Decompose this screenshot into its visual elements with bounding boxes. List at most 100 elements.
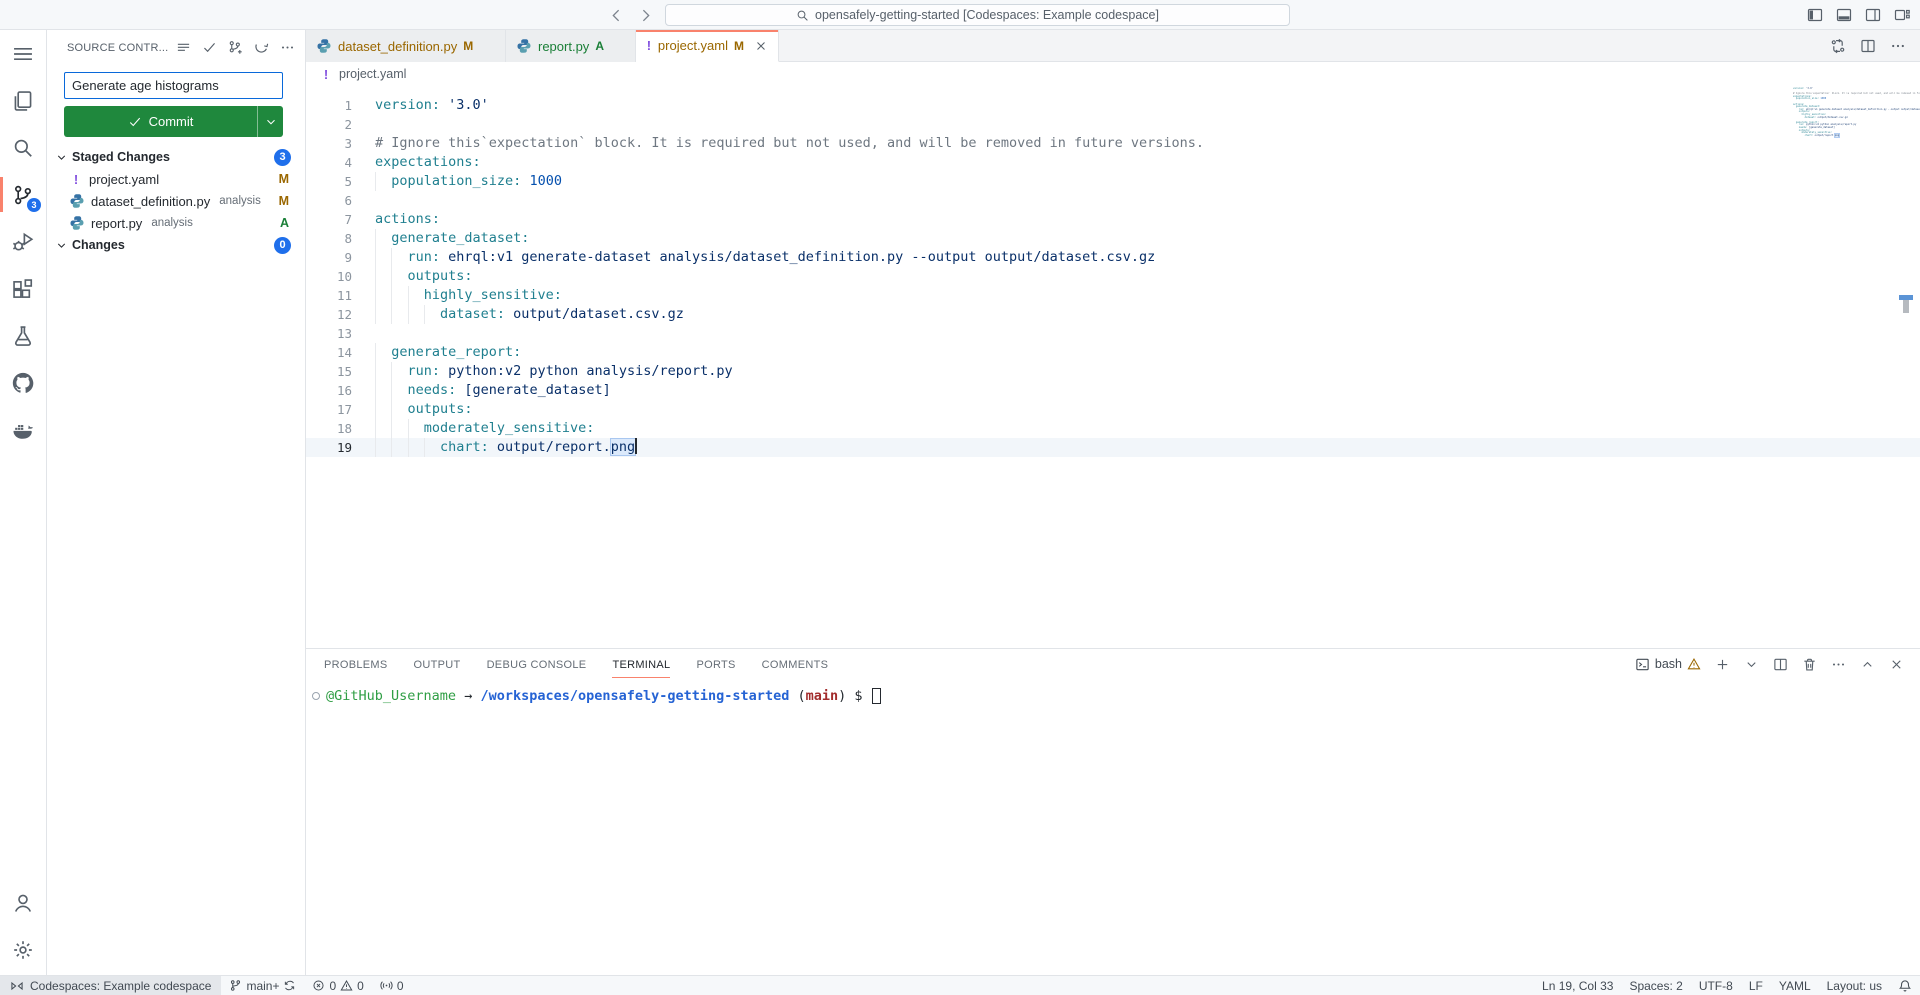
panel-more-icon[interactable]: [1831, 657, 1846, 672]
code-line-17[interactable]: 17 outputs:: [306, 400, 1920, 419]
layout-sidebar-left-icon[interactable]: [1807, 7, 1823, 23]
python-file-icon: [316, 38, 332, 54]
activity-item-testing[interactable]: [0, 312, 46, 359]
split-editor-icon[interactable]: [1860, 38, 1876, 54]
layout-panel-icon[interactable]: [1836, 7, 1852, 23]
code-line-9[interactable]: 9 run: ehrql:v1 generate-dataset analysi…: [306, 248, 1920, 267]
code-line-10[interactable]: 10 outputs:: [306, 267, 1920, 286]
code-line-19[interactable]: 19 chart: output/report.png: [306, 438, 1920, 457]
status-language-mode[interactable]: YAML: [1771, 976, 1819, 995]
editor-tab-dataset_definition.py[interactable]: dataset_definition.pyM: [306, 30, 506, 62]
forward-arrow-icon[interactable]: [637, 7, 654, 24]
line-number: 12: [306, 305, 352, 324]
code-line-7[interactable]: 7actions:: [306, 210, 1920, 229]
line-number: 7: [306, 210, 352, 229]
activity-item-extensions[interactable]: [0, 265, 46, 312]
activity-item-docker[interactable]: [0, 406, 46, 453]
activity-item-settings[interactable]: [0, 926, 46, 973]
remote-indicator[interactable]: Codespaces: Example codespace: [0, 976, 221, 995]
status-branch[interactable]: main+: [221, 976, 304, 995]
panel-tab-problems[interactable]: PROBLEMS: [324, 651, 388, 678]
compare-changes-icon[interactable]: [1830, 38, 1846, 54]
title-bar: opensafely-getting-started [Codespaces: …: [0, 0, 1920, 30]
more-icon[interactable]: [280, 40, 295, 55]
code-line-16[interactable]: 16 needs: [generate_dataset]: [306, 381, 1920, 400]
panel-chevron-down-icon[interactable]: [1744, 657, 1759, 672]
panel-trash-icon[interactable]: [1802, 657, 1817, 672]
scm-graph-icon[interactable]: [228, 40, 243, 55]
panel-split-icon[interactable]: [1773, 657, 1788, 672]
file-row-project.yaml[interactable]: !project.yamlM: [47, 168, 305, 190]
commit-message-input[interactable]: [64, 72, 283, 99]
status-cursor-position[interactable]: Ln 19, Col 33: [1534, 976, 1621, 995]
back-arrow-icon[interactable]: [608, 7, 625, 24]
status-encoding[interactable]: UTF-8: [1691, 976, 1741, 995]
editor-tab-project.yaml[interactable]: !project.yamlM: [636, 30, 779, 62]
activity-item-menu[interactable]: [0, 30, 46, 77]
code-line-6[interactable]: 6: [306, 191, 1920, 210]
bell-icon: [1898, 979, 1912, 993]
refresh-icon[interactable]: [254, 40, 269, 55]
status-problems[interactable]: 00: [304, 976, 371, 995]
activity-item-github[interactable]: [0, 359, 46, 406]
file-row-dataset_definition.py[interactable]: dataset_definition.pyanalysisM: [47, 190, 305, 212]
panel-tab-output[interactable]: OUTPUT: [414, 651, 461, 678]
activity-item-run-debug[interactable]: [0, 218, 46, 265]
activity-item-explorer[interactable]: [0, 77, 46, 124]
editor-tab-report.py[interactable]: report.pyA: [506, 30, 636, 62]
panel-chevron-up-icon[interactable]: [1860, 657, 1875, 672]
status-keyboard-layout[interactable]: Layout: us: [1819, 976, 1890, 995]
code-line-14[interactable]: 14 generate_report:: [306, 343, 1920, 362]
layout-sidebar-right-icon[interactable]: [1865, 7, 1881, 23]
panel-tab-comments[interactable]: COMMENTS: [762, 651, 829, 678]
editor-cursor: [635, 438, 637, 454]
activity-item-search[interactable]: [0, 124, 46, 171]
panel-tab-terminal[interactable]: TERMINAL: [612, 651, 670, 678]
more-icon[interactable]: [1890, 38, 1906, 54]
view-list-icon[interactable]: [176, 40, 191, 55]
layout-customize-icon[interactable]: [1894, 7, 1910, 23]
code-line-11[interactable]: 11 highly_sensitive:: [306, 286, 1920, 305]
panel-plus-icon[interactable]: [1715, 657, 1730, 672]
terminal-command-decoration[interactable]: [312, 692, 320, 700]
code-line-2[interactable]: 2: [306, 115, 1920, 134]
status-notifications[interactable]: [1890, 976, 1920, 995]
command-center-search[interactable]: opensafely-getting-started [Codespaces: …: [665, 4, 1290, 26]
python-file-icon: [69, 193, 85, 209]
code-line-1[interactable]: 1version: '3.0': [306, 96, 1920, 115]
close-tab-icon[interactable]: [754, 39, 768, 53]
activity-item-account[interactable]: [0, 879, 46, 926]
check-icon: [128, 115, 142, 129]
code-line-4[interactable]: 4expectations:: [306, 153, 1920, 172]
status-ports[interactable]: 0: [372, 976, 412, 995]
status-indentation[interactable]: Spaces: 2: [1621, 976, 1690, 995]
file-row-report.py[interactable]: report.pyanalysisA: [47, 212, 305, 234]
panel-close-icon[interactable]: [1889, 657, 1904, 672]
terminal-shell-selector[interactable]: bash: [1635, 657, 1701, 672]
tree-section-staged-changes[interactable]: Staged Changes3: [47, 146, 305, 168]
terminal[interactable]: @GitHub_Username → /workspaces/opensafel…: [306, 679, 1920, 705]
commit-button[interactable]: Commit: [64, 106, 283, 137]
search-icon: [12, 137, 34, 159]
section-label: Changes: [72, 238, 125, 252]
code-line-15[interactable]: 15 run: python:v2 python analysis/report…: [306, 362, 1920, 381]
commit-dropdown-button[interactable]: [257, 106, 283, 137]
code-editor[interactable]: 1version: '3.0'23# Ignore this`expectati…: [306, 86, 1920, 648]
remote-icon: [10, 979, 24, 993]
code-line-5[interactable]: 5 population_size: 1000: [306, 172, 1920, 191]
activity-item-source-control[interactable]: 3: [0, 171, 46, 218]
line-number: 9: [306, 248, 352, 267]
commit-check-icon[interactable]: [202, 40, 217, 55]
panel-tab-ports[interactable]: PORTS: [696, 651, 735, 678]
code-line-13[interactable]: 13: [306, 324, 1920, 343]
branch-icon: [229, 979, 242, 992]
tree-section-changes[interactable]: Changes0: [47, 234, 305, 256]
code-line-18[interactable]: 18 moderately_sensitive:: [306, 419, 1920, 438]
minimap[interactable]: version: '3.0' # Ignore this`expectation…: [1793, 88, 1905, 137]
code-line-8[interactable]: 8 generate_dataset:: [306, 229, 1920, 248]
panel-tab-debug-console[interactable]: DEBUG CONSOLE: [487, 651, 587, 678]
code-line-3[interactable]: 3# Ignore this`expectation` block. It is…: [306, 134, 1920, 153]
status-eol[interactable]: LF: [1741, 976, 1771, 995]
breadcrumb[interactable]: ! project.yaml: [306, 62, 1920, 86]
code-line-12[interactable]: 12 dataset: output/dataset.csv.gz: [306, 305, 1920, 324]
